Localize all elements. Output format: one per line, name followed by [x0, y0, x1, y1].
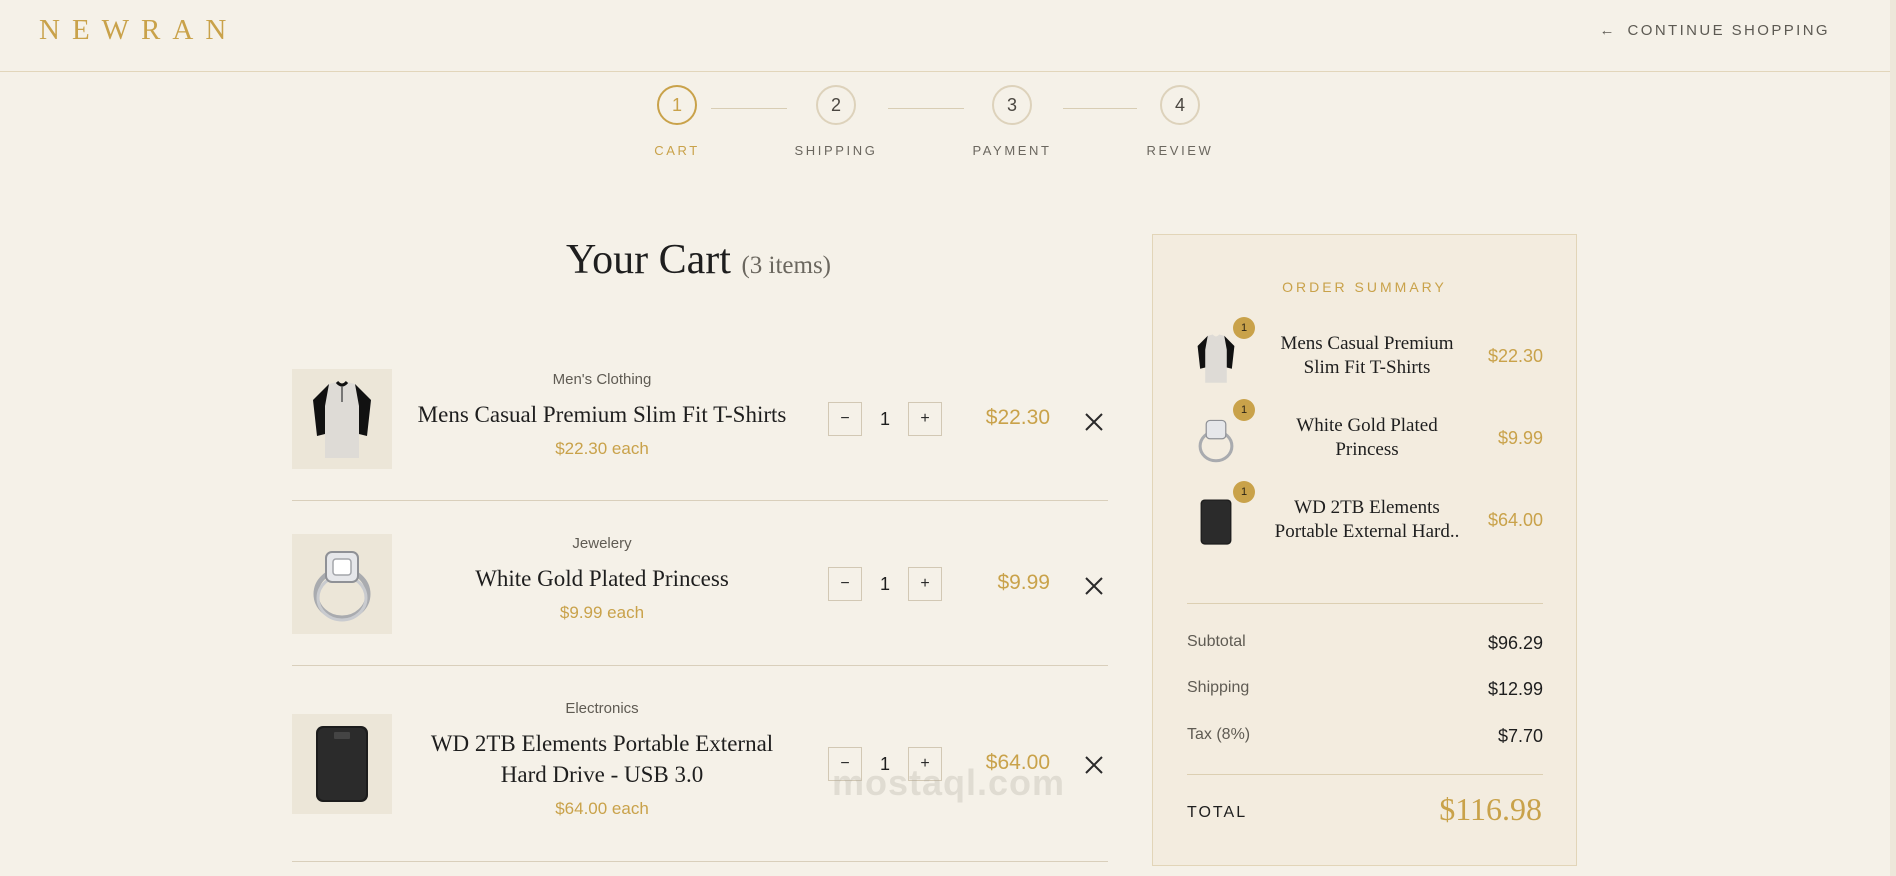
quantity-badge: 1: [1233, 317, 1255, 339]
decrease-quantity-button[interactable]: −: [828, 567, 862, 601]
step-shipping[interactable]: 2 SHIPPING: [786, 85, 886, 158]
quantity-value: 1: [879, 409, 890, 429]
shipping-line: Shipping $12.99: [1187, 679, 1543, 699]
remove-item-button[interactable]: [1082, 410, 1106, 434]
summary-divider: [1187, 603, 1543, 604]
quantity-stepper: − 1 +: [828, 567, 944, 601]
ring-icon: [1198, 419, 1234, 463]
summary-item-price: $22.30: [1487, 346, 1543, 366]
watermark: mostaql.com: [832, 762, 1066, 803]
step-connector: [1063, 108, 1137, 109]
summary-item: 1 White Gold Plated Princess $9.99: [1187, 399, 1543, 473]
step-cart[interactable]: 1 CART: [627, 85, 727, 158]
hard-drive-icon: [1200, 499, 1232, 545]
decrease-quantity-button[interactable]: −: [828, 402, 862, 436]
line-total: $9.99: [997, 571, 1050, 594]
product-image[interactable]: [292, 534, 392, 634]
summary-item-name: White Gold Plated Princess: [1267, 414, 1467, 462]
summary-item-name-line2: Princess: [1335, 439, 1399, 460]
ring-icon: [313, 551, 371, 622]
line-total: $22.30: [985, 406, 1050, 429]
step-label: CART: [654, 143, 700, 158]
quantity-badge: 1: [1233, 481, 1255, 503]
product-info: Men's Clothing Mens Casual Premium Slim …: [410, 371, 794, 459]
order-summary-title: ORDER SUMMARY: [1282, 279, 1447, 295]
step-number: 1: [657, 85, 697, 125]
product-category: Jewelery: [572, 535, 632, 552]
remove-item-button[interactable]: [1082, 574, 1106, 598]
product-name[interactable]: WD 2TB Elements Portable External Hard D…: [410, 728, 794, 790]
site-header: NEWRAN ← CONTINUE SHOPPING: [0, 0, 1890, 72]
cart-item-row: Jewelery White Gold Plated Princess $9.9…: [292, 501, 1108, 666]
summary-item-name-line1: WD 2TB Elements: [1294, 497, 1440, 518]
step-review[interactable]: 4 REVIEW: [1130, 85, 1230, 158]
subtotal-value: $96.29: [1487, 633, 1543, 653]
step-number: 2: [816, 85, 856, 125]
tax-label: Tax (8%): [1187, 726, 1251, 743]
subtotal-line: Subtotal $96.29: [1187, 633, 1543, 653]
quantity-stepper: − 1 +: [828, 402, 944, 436]
shipping-value: $12.99: [1487, 679, 1543, 699]
hard-drive-icon: [316, 726, 368, 802]
product-category: Men's Clothing: [552, 371, 652, 388]
continue-shopping-link[interactable]: ← CONTINUE SHOPPING: [1600, 22, 1830, 39]
remove-item-button[interactable]: [1082, 753, 1106, 777]
product-info: Electronics WD 2TB Elements Portable Ext…: [410, 700, 794, 819]
product-name[interactable]: Mens Casual Premium Slim Fit T-Shirts: [410, 399, 794, 430]
summary-item-name: Mens Casual Premium Slim Fit T-Shirts: [1267, 332, 1467, 380]
summary-item: 1 WD 2TB Elements Portable External Hard…: [1187, 481, 1543, 555]
continue-shopping-label: CONTINUE SHOPPING: [1627, 22, 1830, 39]
increase-quantity-button[interactable]: +: [908, 567, 942, 601]
order-summary-panel: ORDER SUMMARY 1 Mens Casual Premium Slim…: [1152, 234, 1577, 866]
page-scrollbar[interactable]: [1890, 0, 1896, 876]
subtotal-label: Subtotal: [1187, 633, 1246, 650]
summary-item-name-line1: Mens Casual Premium: [1280, 333, 1454, 354]
page-title: Your Cart (3 items): [566, 236, 831, 284]
product-info: Jewelery White Gold Plated Princess $9.9…: [410, 535, 794, 623]
close-icon: [1085, 577, 1103, 595]
step-label: REVIEW: [1146, 143, 1214, 158]
total-value: $116.98: [1439, 791, 1542, 827]
summary-divider: [1187, 774, 1543, 775]
step-label: PAYMENT: [972, 143, 1052, 158]
close-icon: [1085, 413, 1103, 431]
close-icon: [1085, 756, 1103, 774]
product-name[interactable]: White Gold Plated Princess: [410, 563, 794, 594]
step-number: 4: [1160, 85, 1200, 125]
increase-quantity-button[interactable]: +: [908, 402, 942, 436]
summary-item-price: $64.00: [1487, 510, 1543, 530]
summary-item-price: $9.99: [1497, 428, 1543, 448]
unit-price: $64.00 each: [555, 799, 649, 818]
brand-logo[interactable]: NEWRAN: [39, 14, 238, 47]
shipping-label: Shipping: [1187, 679, 1250, 696]
summary-item-name-line1: White Gold Plated: [1296, 415, 1438, 436]
step-payment[interactable]: 3 PAYMENT: [962, 85, 1062, 158]
tshirt-icon: [313, 380, 371, 458]
quantity-value: 1: [879, 574, 890, 594]
summary-item-name-line2: Portable External Hard..: [1274, 521, 1460, 542]
tax-line: Tax (8%) $7.70: [1187, 726, 1543, 746]
total-label: TOTAL: [1187, 804, 1248, 821]
cart-item-count: (3 items): [741, 252, 832, 279]
quantity-badge: 1: [1233, 399, 1255, 421]
step-number: 3: [992, 85, 1032, 125]
tax-value: $7.70: [1497, 726, 1543, 746]
cart-item-row: Men's Clothing Mens Casual Premium Slim …: [292, 368, 1108, 501]
product-image[interactable]: [292, 714, 392, 814]
tshirt-icon: [1197, 334, 1235, 383]
unit-price: $9.99 each: [559, 603, 645, 622]
unit-price: $22.30 each: [555, 439, 649, 458]
step-connector: [888, 108, 964, 109]
summary-item-name-line2: Slim Fit T-Shirts: [1303, 357, 1431, 378]
product-image[interactable]: [292, 369, 392, 469]
summary-item-name: WD 2TB Elements Portable External Hard..: [1267, 496, 1467, 544]
product-category: Electronics: [565, 700, 639, 717]
summary-item: 1 Mens Casual Premium Slim Fit T-Shirts …: [1187, 317, 1543, 391]
step-label: SHIPPING: [794, 143, 878, 158]
arrow-left-icon: ←: [1599, 22, 1617, 39]
cart-title-text: Your Cart: [566, 237, 731, 283]
